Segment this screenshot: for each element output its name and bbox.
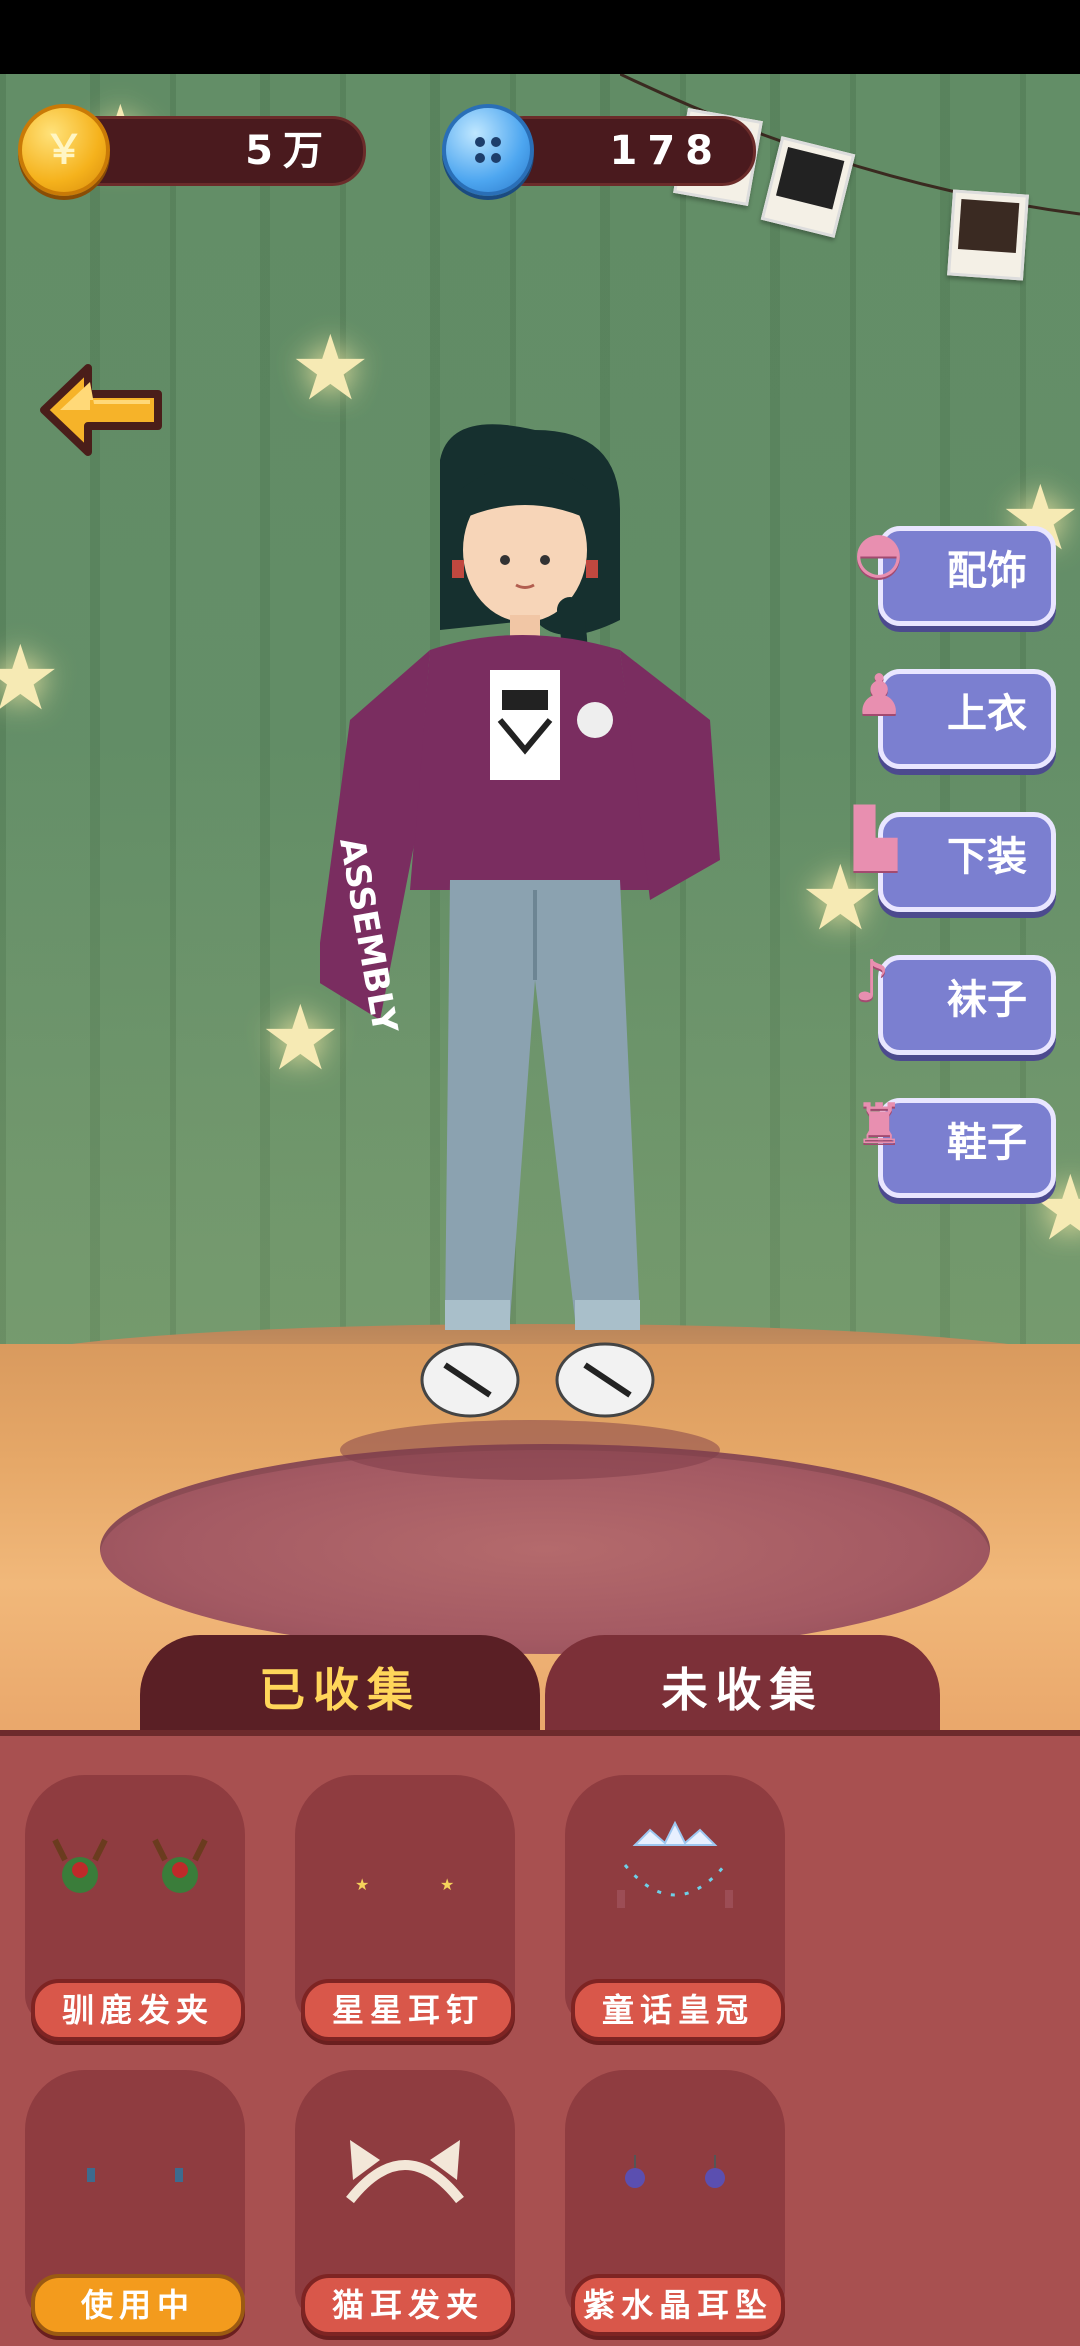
- pants-icon: ▙: [854, 806, 898, 871]
- tab-collected[interactable]: 已收集: [140, 1635, 540, 1745]
- category-label: 配饰: [947, 548, 1027, 594]
- item-name-button[interactable]: 紫水晶耳坠: [571, 2274, 785, 2336]
- category-bottoms-button[interactable]: ▙ 下装: [854, 806, 1056, 912]
- star-earring-icon: ★ ★: [295, 1815, 515, 1945]
- hanging-photo: [947, 189, 1029, 281]
- item-card-in-use[interactable]: 使用中: [25, 2070, 245, 2336]
- item-name-button[interactable]: 猫耳发夹: [301, 2274, 515, 2336]
- back-button[interactable]: [38, 360, 168, 460]
- cat-ear-clip-icon: [295, 2110, 515, 2240]
- category-label: 鞋子: [947, 1120, 1027, 1166]
- crown-icon: [565, 1815, 785, 1945]
- shirt-icon: ♟: [854, 663, 905, 728]
- back-arrow-icon: [40, 364, 162, 456]
- category-shoes-button[interactable]: ♜ 鞋子: [854, 1092, 1056, 1198]
- svg-text:★: ★: [355, 1875, 369, 1894]
- svg-text:★: ★: [440, 1875, 454, 1894]
- star-decoration-icon: ★: [290, 316, 371, 421]
- star-decoration-icon: ★: [0, 626, 61, 731]
- reindeer-clip-icon: [25, 1815, 245, 1945]
- category-socks-button[interactable]: ♪ 袜子: [854, 949, 1056, 1055]
- category-label: 袜子: [947, 977, 1027, 1023]
- item-name-button[interactable]: 童话皇冠: [571, 1979, 785, 2041]
- item-name-button[interactable]: 驯鹿发夹: [31, 1979, 245, 2041]
- in-use-button[interactable]: 使用中: [31, 2274, 245, 2336]
- item-card-reindeer-clip[interactable]: 驯鹿发夹: [25, 1775, 245, 2041]
- item-card-amethyst-earrings[interactable]: 紫水晶耳坠: [565, 2070, 785, 2336]
- small-earring-icon: [25, 2110, 245, 2240]
- category-label: 上衣: [947, 691, 1027, 737]
- item-card-star-earrings[interactable]: ★ ★ 星星耳钉: [295, 1775, 515, 2041]
- category-label: 下装: [947, 834, 1027, 880]
- hat-icon: ◓: [854, 520, 903, 585]
- dress-up-character: ASSEMBLY: [320, 424, 720, 1480]
- amethyst-earring-icon: [565, 2110, 785, 2240]
- coin-icon: ￥: [18, 104, 110, 196]
- tab-uncollected[interactable]: 未收集: [545, 1635, 940, 1745]
- button-currency-icon: [442, 104, 534, 196]
- status-bar: [0, 0, 1080, 74]
- sock-icon: ♪: [854, 949, 890, 1014]
- item-name-button[interactable]: 星星耳钉: [301, 1979, 515, 2041]
- item-card-fairytale-crown[interactable]: 童话皇冠: [565, 1775, 785, 2041]
- category-tops-button[interactable]: ♟ 上衣: [854, 663, 1056, 769]
- item-card-cat-ear-clip[interactable]: 猫耳发夹: [295, 2070, 515, 2336]
- shoe-icon: ♜: [854, 1092, 905, 1157]
- category-accessories-button[interactable]: ◓ 配饰: [854, 520, 1056, 626]
